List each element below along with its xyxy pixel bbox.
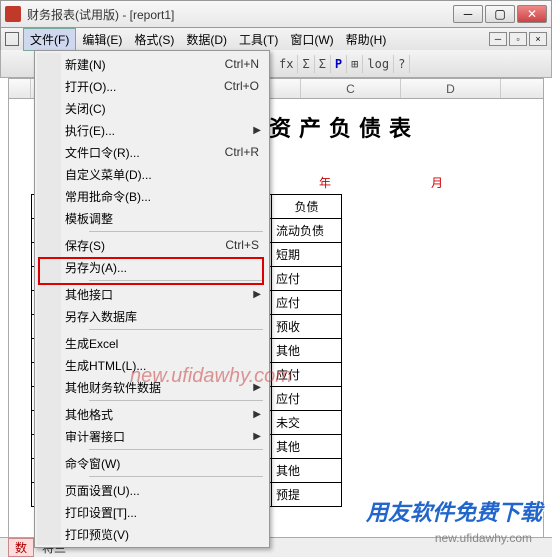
menu-separator [89, 329, 263, 330]
submenu-arrow-icon: ▶ [253, 125, 261, 136]
submenu-arrow-icon: ▶ [253, 289, 261, 300]
menu-item-label: 新建(N) [65, 56, 205, 73]
menubar: 文件(F) 编辑(E) 格式(S) 数据(D) 工具(T) 窗口(W) 帮助(H… [0, 28, 552, 50]
submenu-arrow-icon: ▶ [253, 409, 261, 420]
menu-item-label: 另存入数据库 [65, 308, 259, 325]
menu-help[interactable]: 帮助(H) [340, 29, 393, 50]
menu-item-label: 生成HTML(L)... [65, 357, 259, 374]
menu-item-label: 关闭(C) [65, 100, 259, 117]
menu-item[interactable]: 执行(E)...▶ [37, 119, 267, 141]
menu-item[interactable]: 新建(N) Ctrl+N [37, 53, 267, 75]
date-row: 年 月 [319, 174, 443, 191]
menu-separator [89, 449, 263, 450]
menu-item-label: 打印预览(V) [65, 526, 259, 543]
tool-log[interactable]: log [363, 55, 394, 73]
titlebar: 财务报表(试用版) - [report1] ─ ▢ ✕ [0, 0, 552, 28]
menu-item[interactable]: 打印预览(V) [37, 523, 267, 545]
menu-item-label: 自定义菜单(D)... [65, 166, 259, 183]
menu-file[interactable]: 文件(F) [23, 28, 76, 51]
menu-item-label: 其他接口 [65, 286, 259, 303]
app-icon [5, 6, 21, 22]
menu-item[interactable]: 生成Excel [37, 332, 267, 354]
report-title: 资产负债表 [269, 111, 419, 143]
menu-item-label: 生成Excel [65, 335, 259, 352]
menu-separator [89, 280, 263, 281]
menu-item[interactable]: 常用批命令(B)... [37, 185, 267, 207]
menu-item[interactable]: 自定义菜单(D)... [37, 163, 267, 185]
menu-item-label: 文件口令(R)... [65, 144, 205, 161]
tool-help[interactable]: ? [394, 55, 410, 73]
menu-item-label: 另存为(A)... [65, 259, 259, 276]
tool-fx[interactable]: fx [275, 55, 298, 73]
mdi-restore[interactable]: ▫ [509, 32, 527, 46]
menu-item-label: 执行(E)... [65, 122, 259, 139]
menu-item-label: 页面设置(U)... [65, 482, 259, 499]
corner-cell[interactable] [9, 79, 31, 98]
menu-item-label: 常用批命令(B)... [65, 188, 259, 205]
status-tab[interactable]: 数 [8, 538, 34, 557]
month-label: 月 [431, 174, 443, 191]
menu-item-label: 打印设置[T]... [65, 504, 259, 521]
menu-data[interactable]: 数据(D) [180, 29, 233, 50]
menu-edit[interactable]: 编辑(E) [76, 29, 128, 50]
menu-item[interactable]: 生成HTML(L)... [37, 354, 267, 376]
menu-separator [89, 400, 263, 401]
menu-window[interactable]: 窗口(W) [284, 29, 339, 50]
hdr-liability: 负债 [272, 195, 342, 219]
mdi-close[interactable]: × [529, 32, 547, 46]
mdi-minimize[interactable]: ─ [489, 32, 507, 46]
window-title: 财务报表(试用版) - [report1] [27, 6, 453, 23]
menu-item-shortcut: Ctrl+O [224, 79, 259, 93]
file-dropdown: 新建(N)Ctrl+N打开(O)...Ctrl+O关闭(C)执行(E)...▶文… [34, 50, 270, 548]
menu-item[interactable]: 命令窗(W) [37, 452, 267, 474]
menu-item-shortcut: Ctrl+S [225, 238, 259, 252]
menu-item[interactable]: 另存入数据库 [37, 305, 267, 327]
menu-item[interactable]: 打印设置[T]... [37, 501, 267, 523]
menu-item-label: 命令窗(W) [65, 455, 259, 472]
menu-item[interactable]: 其他接口▶ [37, 283, 267, 305]
submenu-arrow-icon: ▶ [253, 382, 261, 393]
menu-item[interactable]: 另存为(A)... [37, 256, 267, 278]
menu-item[interactable]: 模板调整 [37, 207, 267, 229]
menu-item[interactable]: 其他财务软件数据▶ [37, 376, 267, 398]
menu-item[interactable]: 关闭(C) [37, 97, 267, 119]
menu-item[interactable]: 打开(O)... Ctrl+O [37, 75, 267, 97]
col-header-d[interactable]: D [401, 79, 501, 98]
year-label: 年 [319, 174, 331, 191]
tool-sum2[interactable]: Σ [315, 55, 331, 73]
menu-item-label: 其他财务软件数据 [65, 379, 259, 396]
menu-item-label: 模板调整 [65, 210, 259, 227]
menu-item[interactable]: 页面设置(U)... [37, 479, 267, 501]
menu-item[interactable]: 审计署接口▶ [37, 425, 267, 447]
col-header-c[interactable]: C [301, 79, 401, 98]
menu-separator [89, 231, 263, 232]
minimize-button[interactable]: ─ [453, 5, 483, 23]
mdi-controls: ─ ▫ × [489, 32, 547, 46]
menu-item-label: 其他格式 [65, 406, 259, 423]
window-controls: ─ ▢ ✕ [453, 5, 547, 23]
menu-item[interactable]: 其他格式▶ [37, 403, 267, 425]
maximize-button[interactable]: ▢ [485, 5, 515, 23]
menu-item-label: 打开(O)... [65, 78, 204, 95]
menu-item-label: 保存(S) [65, 237, 205, 254]
tool-grid[interactable]: ⊞ [347, 55, 363, 73]
close-button[interactable]: ✕ [517, 5, 547, 23]
menu-item-shortcut: Ctrl+N [225, 57, 259, 71]
menu-item-label: 审计署接口 [65, 428, 259, 445]
tool-sum1[interactable]: Σ [298, 55, 314, 73]
menu-item[interactable]: 保存(S) Ctrl+S [37, 234, 267, 256]
menu-item-shortcut: Ctrl+R [225, 145, 259, 159]
submenu-arrow-icon: ▶ [253, 431, 261, 442]
menu-tools[interactable]: 工具(T) [233, 29, 284, 50]
tool-p[interactable]: P [331, 55, 347, 73]
menu-format[interactable]: 格式(S) [128, 29, 180, 50]
menu-separator [89, 476, 263, 477]
menu-item[interactable]: 文件口令(R)... Ctrl+R [37, 141, 267, 163]
system-menu-icon[interactable] [5, 32, 19, 46]
